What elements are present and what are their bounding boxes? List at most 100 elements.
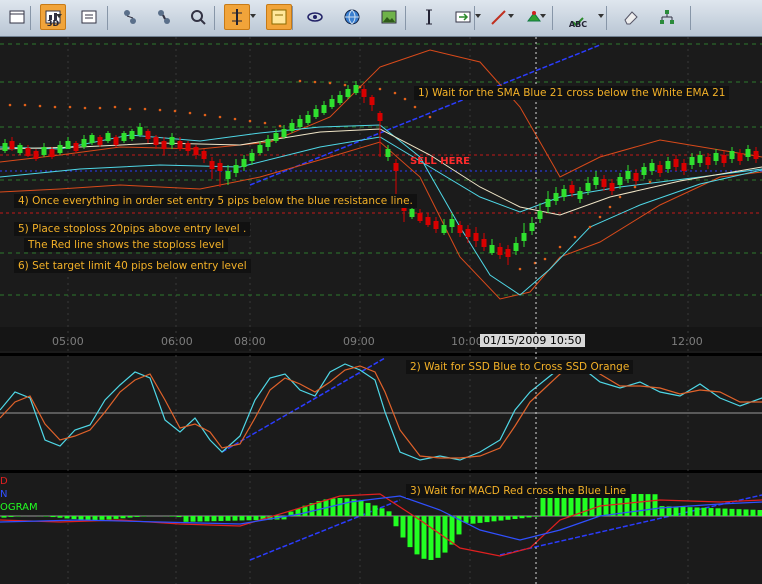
candle-body xyxy=(9,141,15,149)
candle-body xyxy=(369,97,375,105)
chart-properties-button[interactable] xyxy=(76,4,102,30)
zoom-button[interactable] xyxy=(185,4,211,30)
toolbar-separator xyxy=(292,6,293,30)
macd-histogram-bar xyxy=(645,494,651,516)
candle-body xyxy=(249,153,255,161)
candle-body xyxy=(313,109,319,117)
image-button[interactable] xyxy=(376,4,402,30)
candle-body xyxy=(25,148,31,156)
candle-body xyxy=(737,153,743,161)
candle-body xyxy=(121,133,127,141)
note-icon xyxy=(271,9,287,25)
candle-body xyxy=(625,171,631,179)
macd-histogram-bar xyxy=(540,497,546,516)
chart-properties-icon xyxy=(81,10,97,24)
link-button[interactable] xyxy=(151,4,177,30)
macd-histogram-bar xyxy=(561,496,567,516)
candle-body xyxy=(265,139,271,147)
candle-body xyxy=(641,167,647,175)
3d-candle-button[interactable]: 3D xyxy=(40,4,66,30)
candle-body xyxy=(129,131,135,139)
chart-area[interactable] xyxy=(0,37,762,584)
macd-histogram-bar xyxy=(442,516,448,553)
compare-button[interactable] xyxy=(117,4,143,30)
macd-legend-signal: N xyxy=(0,489,8,500)
compare-icon xyxy=(124,10,136,24)
macd-histogram-bar xyxy=(211,516,217,522)
note-sma-cross: 1) Wait for the SMA Blue 21 cross below … xyxy=(414,86,730,100)
candle-body xyxy=(217,163,223,171)
candle-body xyxy=(617,177,623,185)
candle-body xyxy=(113,137,119,145)
dropdown-arrow-icon[interactable] xyxy=(540,14,546,18)
globe-button[interactable] xyxy=(339,4,365,30)
macd-histogram-bar xyxy=(64,516,70,519)
macd-histogram-bar xyxy=(253,516,259,521)
macd-histogram-bar xyxy=(169,516,175,517)
dropdown-arrow-icon[interactable] xyxy=(56,14,62,18)
sar-dot xyxy=(573,235,577,239)
zoom-icon xyxy=(191,10,206,25)
sar-dot xyxy=(188,111,192,115)
note-button[interactable] xyxy=(266,4,292,30)
tree-button[interactable] xyxy=(654,4,680,30)
dropdown-arrow-icon[interactable] xyxy=(508,14,514,18)
sar-dot xyxy=(53,105,57,109)
macd-histogram-bar xyxy=(694,507,700,516)
candle-body xyxy=(529,223,535,231)
macd-histogram-bar xyxy=(8,516,14,517)
note-target: 6) Set target limit 40 pips below entry … xyxy=(14,259,251,273)
macd-histogram-bar xyxy=(127,516,133,518)
macd-legend-macd: D xyxy=(0,476,8,487)
image-icon xyxy=(381,10,397,24)
candle-body xyxy=(553,193,559,201)
eye-icon xyxy=(307,12,323,22)
toolbar-separator xyxy=(606,6,607,30)
sar-dot xyxy=(8,103,12,107)
toolbar-separator xyxy=(552,6,553,30)
candle-body xyxy=(705,157,711,165)
candle-body xyxy=(673,159,679,167)
candle-body xyxy=(209,161,215,169)
macd-histogram-bar xyxy=(519,516,525,519)
link-icon xyxy=(158,10,170,24)
ssd-orange-line xyxy=(0,365,762,459)
window-button[interactable] xyxy=(4,4,30,30)
text-cursor-icon xyxy=(426,9,432,25)
macd-histogram-bar xyxy=(50,516,56,518)
candle-body xyxy=(153,137,159,145)
macd-histogram-bar xyxy=(386,511,392,516)
candle-body xyxy=(41,147,47,155)
macd-histogram-bar xyxy=(239,516,245,521)
spell-check-button[interactable]: ABC xyxy=(565,4,591,30)
note-stoploss: 5) Place stoploss 20pips above entry lev… xyxy=(14,222,251,236)
candle-body xyxy=(281,129,287,137)
dropdown-arrow-icon[interactable] xyxy=(598,14,604,18)
text-cursor-button[interactable] xyxy=(416,4,442,30)
macd-histogram-bar xyxy=(183,516,189,522)
time-label: 09:00 xyxy=(343,335,375,348)
crosshair-button[interactable] xyxy=(224,4,250,30)
candle-body xyxy=(753,151,759,159)
macd-histogram-bar xyxy=(365,502,371,516)
candle-body xyxy=(481,239,487,247)
candle-body xyxy=(593,177,599,185)
candle-body xyxy=(65,141,71,149)
sar-dot xyxy=(23,103,27,107)
sar-dot xyxy=(393,91,397,95)
export-button[interactable] xyxy=(450,4,476,30)
candle-body xyxy=(177,141,183,149)
candle-body xyxy=(665,161,671,169)
eraser-icon xyxy=(624,11,638,25)
eye-button[interactable] xyxy=(302,4,328,30)
candle-body xyxy=(409,209,415,217)
macd-histogram-bar xyxy=(547,497,553,516)
eraser-button[interactable] xyxy=(618,4,644,30)
sar-dot xyxy=(218,115,222,119)
time-label: 12:00 xyxy=(671,335,703,348)
candle-body xyxy=(545,199,551,207)
candle-body xyxy=(449,219,455,227)
dropdown-arrow-icon[interactable] xyxy=(475,14,481,18)
window-icon xyxy=(9,10,25,24)
dropdown-arrow-icon[interactable] xyxy=(250,14,256,18)
